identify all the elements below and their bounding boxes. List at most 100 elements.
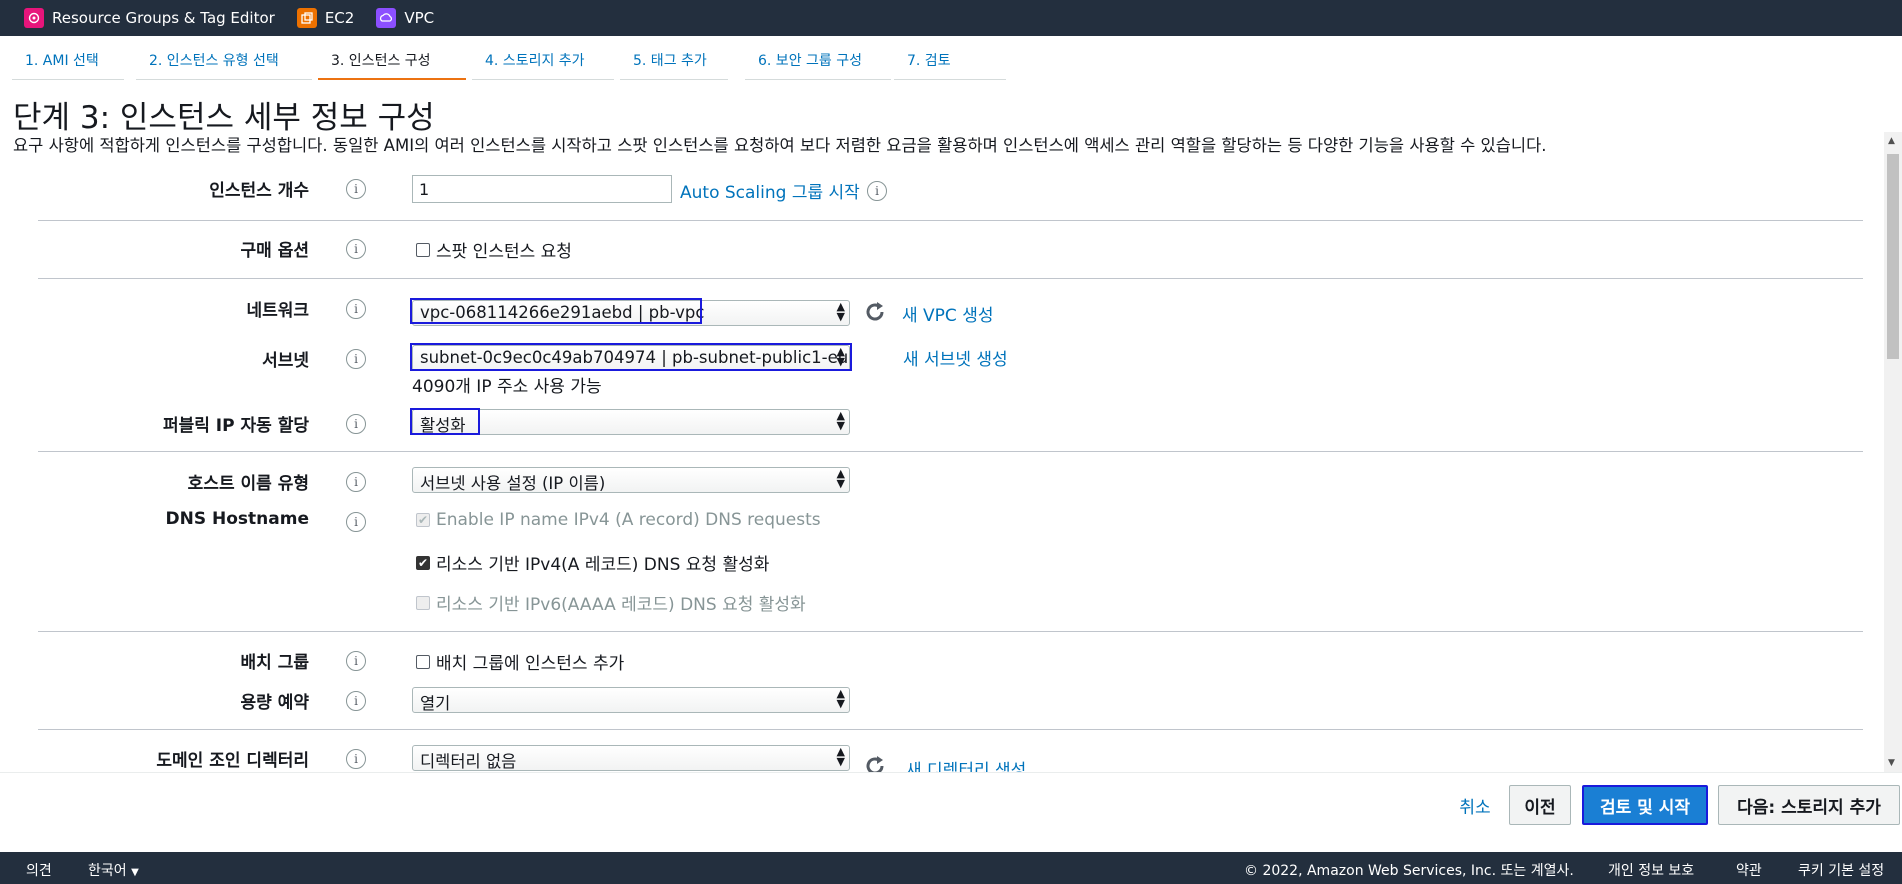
info-icon[interactable]: i bbox=[346, 691, 366, 711]
hostname-type-label: 호스트 이름 유형 bbox=[187, 474, 309, 494]
feedback-link[interactable]: 의견 bbox=[26, 860, 52, 880]
public-ip-select-value: 활성화 bbox=[420, 416, 466, 435]
scroll-down-icon[interactable]: ▼ bbox=[1888, 758, 1895, 768]
checkbox-box[interactable] bbox=[416, 654, 430, 669]
cookie-preferences-link[interactable]: 쿠키 기본 설정 bbox=[1798, 860, 1884, 880]
dns-ipv4-ip-name-checkbox: ✔ Enable IP name IPv4 (A record) DNS req… bbox=[416, 510, 821, 530]
scroll-up-icon[interactable]: ▲ bbox=[1888, 136, 1895, 146]
divider bbox=[38, 729, 1863, 730]
favorite-resource-groups[interactable]: Resource Groups & Tag Editor bbox=[24, 8, 275, 28]
domain-join-select[interactable]: 디렉터리 없음 ▲ ▼ bbox=[412, 745, 850, 771]
language-selector[interactable]: 한국어 ▼ bbox=[88, 860, 139, 880]
tab-review[interactable]: 7. 검토 bbox=[894, 44, 1006, 80]
cancel-button[interactable]: 취소 bbox=[1448, 785, 1502, 825]
tab-security-group[interactable]: 6. 보안 그룹 구성 bbox=[745, 44, 891, 80]
info-icon[interactable]: i bbox=[346, 239, 366, 259]
network-select[interactable]: vpc-068114266e291aebd | pb-vpc ▲ ▼ bbox=[412, 300, 850, 326]
capacity-reservation-label: 용량 예약 bbox=[240, 693, 309, 713]
create-directory-link[interactable]: 새 디렉터리 생성 bbox=[906, 756, 1026, 772]
capacity-reservation-select[interactable]: 열기 ▲ ▼ bbox=[412, 687, 850, 713]
ec2-icon bbox=[296, 8, 317, 28]
subnet-select[interactable]: subnet-0c9ec0c49ab704974 | pb-subnet-pub… bbox=[412, 345, 850, 371]
checkbox-box bbox=[416, 595, 430, 610]
checkbox-box: ✔ bbox=[416, 513, 430, 527]
footer-bar: 의견 한국어 ▼ © 2022, Amazon Web Services, In… bbox=[0, 852, 1902, 884]
network-select-value: vpc-068114266e291aebd | pb-vpc bbox=[420, 303, 705, 322]
favorite-vpc[interactable]: VPC bbox=[376, 8, 434, 28]
instance-count-input[interactable] bbox=[412, 175, 672, 203]
create-vpc-link[interactable]: 새 VPC 생성 bbox=[902, 301, 993, 326]
subnet-label: 서브넷 bbox=[262, 351, 309, 371]
info-icon[interactable]: i bbox=[346, 651, 366, 671]
select-arrows-icon: ▲ ▼ bbox=[836, 300, 845, 323]
dns-ipv4-resource-checkbox[interactable]: ✔ 리소스 기반 IPv4(A 레코드) DNS 요청 활성화 bbox=[416, 550, 769, 575]
previous-button[interactable]: 이전 bbox=[1509, 785, 1571, 825]
tab-instance-type[interactable]: 2. 인스턴스 유형 선택 bbox=[136, 44, 312, 80]
info-icon[interactable]: i bbox=[346, 414, 366, 434]
domain-join-label: 도메인 조인 디렉터리 bbox=[156, 751, 309, 771]
copyright-text: © 2022, Amazon Web Services, Inc. 또는 계열사… bbox=[1244, 863, 1574, 879]
capacity-reservation-select-value: 열기 bbox=[420, 694, 451, 713]
language-label: 한국어 bbox=[88, 863, 127, 879]
subnet-available-ips: 4090개 IP 주소 사용 가능 bbox=[412, 377, 602, 397]
configure-instance-form: 인스턴스 개수 i Auto Scaling 그룹 시작 i 구매 옵션 i 스… bbox=[0, 150, 1884, 772]
instance-count-label: 인스턴스 개수 bbox=[209, 181, 309, 201]
tab-ami[interactable]: 1. AMI 선택 bbox=[12, 44, 124, 80]
create-subnet-link[interactable]: 새 서브넷 생성 bbox=[903, 345, 1008, 370]
divider bbox=[38, 278, 1863, 279]
scrollbar[interactable]: ▲ ▼ bbox=[1884, 132, 1902, 772]
dns-ipv6-resource-checkbox: 리소스 기반 IPv6(AAAA 레코드) DNS 요청 활성화 bbox=[416, 590, 806, 615]
checkbox-label: 배치 그룹에 인스턴스 추가 bbox=[436, 654, 625, 674]
favorite-label: Resource Groups & Tag Editor bbox=[52, 9, 275, 27]
hostname-type-select[interactable]: 서브넷 사용 설정 (IP 이름) ▲ ▼ bbox=[412, 467, 850, 493]
info-icon[interactable]: i bbox=[346, 512, 366, 532]
privacy-link[interactable]: 개인 정보 보호 bbox=[1608, 860, 1694, 880]
subnet-select-value: subnet-0c9ec0c49ab704974 | pb-subnet-pub… bbox=[420, 348, 850, 367]
placement-group-checkbox[interactable]: 배치 그룹에 인스턴스 추가 bbox=[416, 649, 624, 674]
terms-link[interactable]: 약관 bbox=[1736, 860, 1762, 880]
resource-groups-icon bbox=[24, 8, 44, 28]
info-icon[interactable]: i bbox=[867, 181, 887, 201]
select-arrows-icon: ▲ ▼ bbox=[836, 467, 845, 490]
info-icon[interactable]: i bbox=[346, 299, 366, 319]
page-title: 단계 3: 인스턴스 세부 정보 구성 bbox=[13, 100, 435, 136]
public-ip-select[interactable]: 활성화 ▲ ▼ bbox=[412, 409, 850, 435]
tab-add-tags[interactable]: 5. 태그 추가 bbox=[620, 44, 728, 80]
info-icon[interactable]: i bbox=[346, 749, 366, 769]
checkbox-box[interactable] bbox=[416, 242, 430, 257]
tab-add-storage[interactable]: 4. 스토리지 추가 bbox=[472, 44, 614, 80]
favorite-label: VPC bbox=[404, 9, 435, 27]
checkbox-label: 리소스 기반 IPv6(AAAA 레코드) DNS 요청 활성화 bbox=[436, 595, 806, 615]
wizard-actions: 취소 이전 검토 및 시작 다음: 스토리지 추가 bbox=[0, 772, 1902, 852]
refresh-icon[interactable] bbox=[862, 299, 888, 325]
select-arrows-icon: ▲ ▼ bbox=[836, 345, 845, 368]
caret-down-icon: ▼ bbox=[131, 867, 139, 878]
divider bbox=[38, 220, 1863, 221]
favorite-ec2[interactable]: EC2 bbox=[296, 8, 355, 28]
hostname-type-select-value: 서브넷 사용 설정 (IP 이름) bbox=[420, 474, 606, 493]
public-ip-label: 퍼블릭 IP 자동 할당 bbox=[162, 416, 309, 436]
domain-join-select-value: 디렉터리 없음 bbox=[420, 752, 517, 771]
vpc-icon bbox=[376, 8, 397, 28]
info-icon[interactable]: i bbox=[346, 472, 366, 492]
tab-configure-instance[interactable]: 3. 인스턴스 구성 bbox=[318, 44, 466, 80]
info-icon[interactable]: i bbox=[346, 349, 366, 369]
top-navigation-bar: Resource Groups & Tag Editor EC2 VPC bbox=[0, 0, 1902, 36]
network-label: 네트워크 bbox=[246, 301, 309, 321]
favorite-label: EC2 bbox=[324, 9, 355, 27]
autoscaling-link[interactable]: Auto Scaling 그룹 시작 bbox=[680, 178, 860, 203]
checkbox-label: Enable IP name IPv4 (A record) DNS reque… bbox=[436, 510, 821, 530]
spot-instance-checkbox[interactable]: 스팟 인스턴스 요청 bbox=[416, 237, 572, 262]
checkbox-box[interactable]: ✔ bbox=[416, 555, 430, 570]
scrollbar-thumb[interactable] bbox=[1887, 154, 1899, 359]
refresh-icon[interactable] bbox=[862, 753, 888, 772]
checkbox-label: 리소스 기반 IPv4(A 레코드) DNS 요청 활성화 bbox=[436, 555, 770, 575]
next-add-storage-button[interactable]: 다음: 스토리지 추가 bbox=[1718, 785, 1900, 825]
select-arrows-icon: ▲ ▼ bbox=[836, 687, 845, 710]
info-icon[interactable]: i bbox=[346, 179, 366, 199]
purchase-option-label: 구매 옵션 bbox=[240, 241, 309, 261]
select-arrows-icon: ▲ ▼ bbox=[836, 409, 845, 432]
divider bbox=[38, 451, 1863, 452]
placement-group-label: 배치 그룹 bbox=[240, 653, 309, 673]
review-and-launch-button[interactable]: 검토 및 시작 bbox=[1582, 785, 1708, 825]
